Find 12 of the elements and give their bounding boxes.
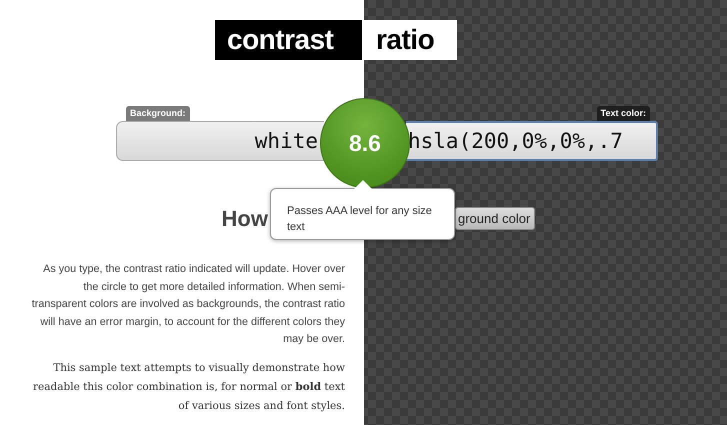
swap-button[interactable]: ground color (455, 207, 536, 230)
field-label: Background: (126, 106, 190, 121)
title-word: ratio (364, 20, 457, 60)
section-heading: How (222, 206, 268, 231)
title-word: contrast (215, 20, 362, 60)
tooltip: Passes AAA level for any size text (270, 188, 455, 240)
text-color-field[interactable]: hsla(200,0%,0%,.7 (406, 121, 658, 161)
tooltip-arrow (354, 180, 372, 189)
field-label: Text color: (596, 106, 650, 121)
paragraph: As you type, the contrast ratio indicated will update. Hover over the circle to get more detailed information. When semi-transparent colors are involved as backgrounds, the contrast ratio will have an error margin, to account for the different colors they may be over. (30, 262, 345, 347)
paragraph: This sample text attempts to visually demonstrate how readable this color combination is, for normal or bold text of various sizes and font styles. (32, 360, 345, 414)
background-field[interactable]: white (116, 121, 324, 161)
